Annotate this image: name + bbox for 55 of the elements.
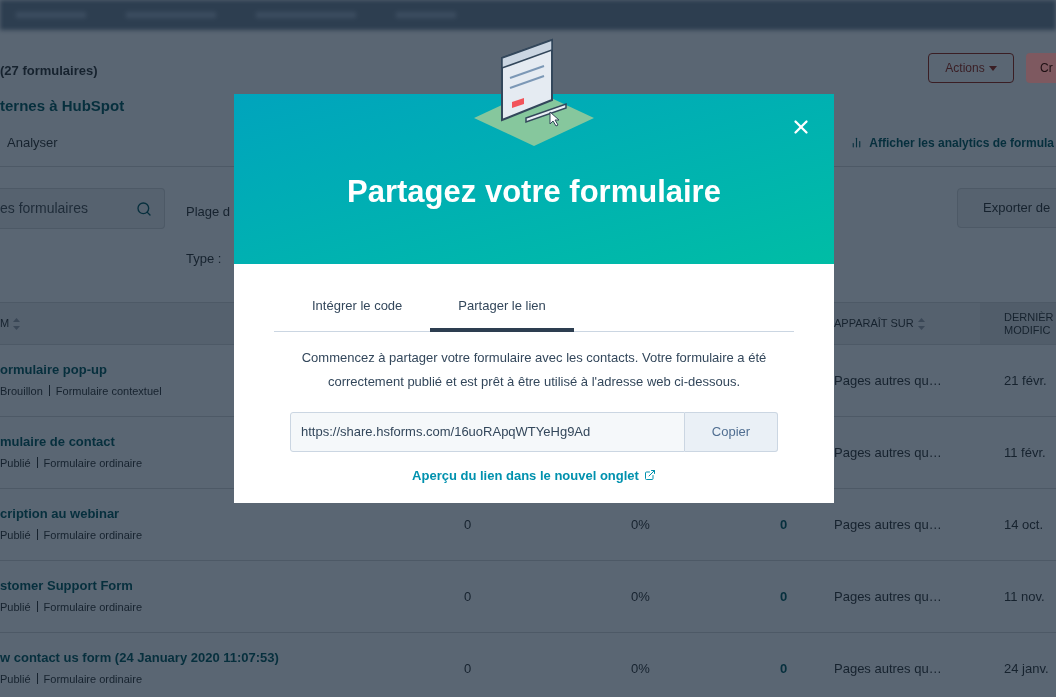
table-cell: 0 — [464, 588, 472, 604]
caret-icon — [988, 65, 997, 71]
search-placeholder: es formulaires — [0, 199, 88, 218]
table-cell: 0 — [464, 660, 472, 676]
column-header[interactable]: APPARAÎT SUR — [834, 315, 914, 332]
form-status: Brouillon — [0, 383, 43, 399]
preview-link[interactable]: Aperçu du lien dans le nouvel onglet — [412, 465, 656, 485]
table-cell: 0% — [631, 660, 650, 676]
analyze-tab[interactable]: Analyser — [0, 132, 58, 153]
create-button[interactable]: Cr — [1026, 53, 1056, 83]
form-status: Publié — [0, 527, 31, 543]
form-type: Formulaire ordinaire — [43, 671, 142, 687]
table-cell: 0% — [631, 588, 650, 604]
integrations-link[interactable]: ternes à HubSpot — [0, 94, 125, 117]
dialog-title: Partagez votre formulaire — [347, 172, 721, 211]
form-status: Publié — [0, 671, 31, 687]
table-cell: Pages autres qu… — [834, 516, 942, 532]
form-name-link[interactable]: stomer Support Form — [0, 576, 464, 596]
form-name-link[interactable]: w contact us form (24 January 2020 11:07:53) — [0, 648, 464, 668]
table-cell: 0% — [631, 516, 650, 532]
table-cell: Pages autres qu… — [834, 660, 942, 676]
external-link-icon — [643, 469, 656, 482]
search-field[interactable]: es formulaires — [0, 188, 165, 229]
table-cell: Pages autres qu… — [834, 444, 942, 460]
url-field[interactable]: https://share.hsforms.com/16uoRApqWTYeHg9Ad — [290, 411, 685, 452]
form-name-link[interactable]: cription au webinar — [0, 504, 464, 524]
table-cell: 11 nov. — [1004, 588, 1045, 604]
form-type: Formulaire ordinaire — [43, 455, 142, 471]
table-cell: 14 oct. — [1004, 516, 1044, 532]
analytics-link[interactable]: Afficher les analytics de formula — [850, 133, 1056, 152]
count-link[interactable]: 0 — [780, 660, 788, 676]
table-cell: 21 févr. — [1004, 372, 1047, 388]
actions-button[interactable]: Actions — [928, 53, 1014, 83]
table-cell: 0 — [464, 516, 472, 532]
copy-button[interactable]: Copier — [685, 411, 778, 452]
form-type: Formulaire ordinaire — [43, 599, 142, 615]
table-cell: Pages autres qu… — [834, 372, 942, 388]
count-link[interactable]: 0 — [780, 516, 788, 532]
count-link[interactable]: 0 — [780, 588, 788, 604]
table-cell: 11 févr. — [1004, 444, 1046, 460]
filter-label: Type : — [186, 250, 222, 268]
table-cell: 24 janv. — [1004, 660, 1049, 676]
filter-label: Plage d — [186, 203, 231, 221]
form-status: Publié — [0, 455, 31, 471]
form-type: Formulaire ordinaire — [43, 527, 142, 543]
search-icon — [136, 200, 152, 217]
export-button[interactable]: Exporter de — [957, 188, 1056, 228]
form-count: (27 formulaires) — [0, 62, 99, 80]
form-type: Formulaire contextuel — [55, 383, 162, 399]
form-status: Publié — [0, 599, 31, 615]
column-header[interactable]: M — [0, 315, 10, 332]
dialog-tab[interactable]: Partager le lien — [430, 296, 574, 332]
share-description: Commencez à partager votre formulaire avec les contacts. Votre formulaire a été correctement publié et est prêt à être utilisé à l'adresse web ci-dessous. — [300, 348, 768, 391]
dialog-tab[interactable]: Intégrer le code — [284, 296, 431, 332]
table-cell: Pages autres qu… — [834, 588, 942, 604]
